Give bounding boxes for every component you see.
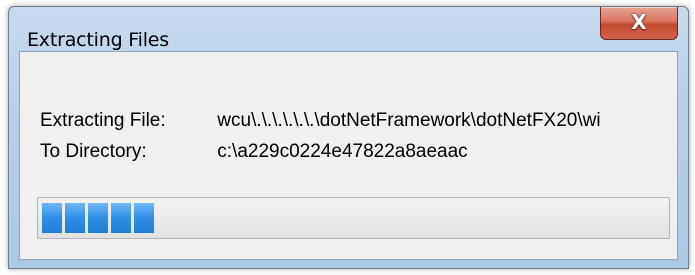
to-directory-label: To Directory: <box>40 141 147 162</box>
extracting-file-label: Extracting File: <box>40 110 166 131</box>
close-button[interactable]: X <box>600 7 678 40</box>
progress-block <box>111 203 131 233</box>
extracting-file-row: Extracting File: wcu\.\.\.\.\.\.\dotNetF… <box>40 110 601 132</box>
progress-fill <box>42 203 154 233</box>
window-title: Extracting Files <box>27 29 169 51</box>
to-directory-row: To Directory: c:\a229c0224e47822a8aeaac <box>40 141 468 163</box>
to-directory-value: c:\a229c0224e47822a8aeaac <box>217 141 468 162</box>
progress-block <box>134 203 154 233</box>
extracting-file-value: wcu\.\.\.\.\.\.\dotNetFramework\dotNetFX… <box>217 110 601 131</box>
title-bar[interactable]: Extracting Files X <box>9 7 688 51</box>
dialog-content: Extracting File: wcu\.\.\.\.\.\.\dotNetF… <box>19 51 678 260</box>
progress-block <box>65 203 85 233</box>
close-icon: X <box>631 10 647 35</box>
progress-block <box>42 203 62 233</box>
progress-track <box>42 203 665 233</box>
progress-block <box>88 203 108 233</box>
progress-bar <box>37 197 670 239</box>
extract-dialog: Extracting Files X Extracting File: wcu\… <box>8 6 689 269</box>
